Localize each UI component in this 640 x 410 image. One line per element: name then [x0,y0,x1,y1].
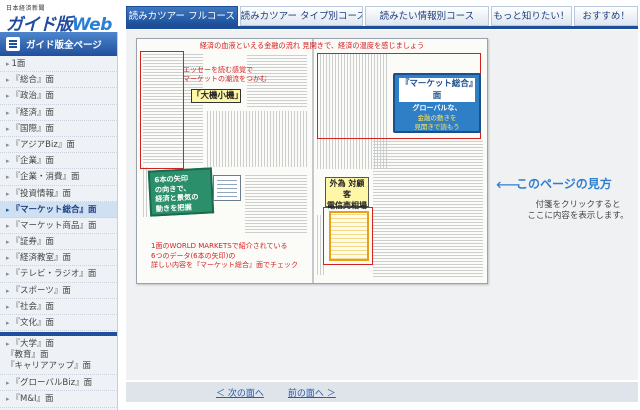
sidebar-item-shoken[interactable]: 『証券』面 [0,234,117,251]
tab-full-course[interactable]: 読みカツアー フルコース [126,6,238,26]
highlight-frame [140,51,184,169]
sidebar: ガイド版全ページ 1面 『総合』面 『政治』面 『経済』面 『国際』面 『アジア… [0,32,118,410]
arrows-sticky-note[interactable]: 6本の矢印 の向きで、 経済と景気の 動きを把握 [147,167,215,217]
newspaper-spread: 経済の血液といえる金融の流れ 見開きで、経済の温度を感じましょう エッセーを読む… [136,38,488,284]
prev-page-link[interactable]: 前の面へ ＞ [288,386,336,399]
prev-page-label: 前の面へ [287,388,324,399]
world-markets-annotation-line: 6つのデータ(6本の矢印)の [151,251,236,260]
sidebar-item-shakai[interactable]: 『社会』面 [0,299,117,315]
world-markets-annotation-line: 詳しい内容を『マーケット総合』面でチェック [151,261,298,269]
world-markets-annotation: 1面のWORLD MARKETSで紹介されている 6つのデータ(6本の矢印)の … [151,242,321,271]
essay-annotation-line: マーケットの潮流をつかむ [183,75,267,83]
sidebar-item-sports[interactable]: 『スポーツ』面 [0,283,117,299]
site-logo[interactable]: 日本経済新聞 ガイド版Web [4,3,120,35]
sidebar-item-keizai-kyoshitsu[interactable]: 『経済教室』面 [0,250,117,267]
sidebar-item-kokusai[interactable]: 『国際』面 [0,121,117,137]
sidebar-item-tv-radio[interactable]: 『テレビ・ラジオ』面 [0,266,117,283]
sidebar-item-page1[interactable]: 1面 [0,56,117,73]
fx-rate-line: 電信売相場 [327,201,367,210]
book-icon [6,37,20,51]
top-tabs: 読みカツアー フルコース 読みカツアー タイプ別コース 読みたい情報別コース も… [126,6,639,26]
market-sticky-title: 『マーケット総合』面 [399,78,475,102]
tab-info-course[interactable]: 読みたい情報別コース [365,6,489,26]
news-block [245,173,307,233]
sidebar-item-global-biz[interactable]: 『グローバルBiz』面 [0,375,117,392]
essay-annotation-line: エッセーを読む感覚で [183,66,253,74]
world-markets-annotation-line: 1面のWORLD MARKETSで紹介されている [151,242,288,250]
sidebar-item-keizai[interactable]: 『経済』面 [0,105,117,121]
tab-learn-more[interactable]: もっと知りたい！ [490,6,573,26]
next-arrow-icon: ＜ [216,388,226,399]
sidebar-heading[interactable]: ガイド版全ページ [0,32,117,56]
world-markets-panel [213,175,241,201]
fx-rate-table [329,211,369,261]
fx-rate-line: 外為 対顧客 [329,179,365,199]
sidebar-heading-label: ガイド版全ページ [26,40,102,51]
column-sticky-note[interactable]: 「大機小機」 [191,89,243,103]
sidebar-list-2: 『大学』面 『教育』面 『キャリアアップ』面 『グローバルBiz』面 『M&I』… [0,337,117,408]
essay-annotation: エッセーを読む感覚で マーケットの潮流をつかむ [183,66,267,84]
news-block [207,111,307,167]
next-page-link[interactable]: ＜ 次の面へ [216,386,264,399]
market-sticky-line: 見開きで読もう [414,122,460,131]
page-help-description: 付箋をクリックすると ここに内容を表示します。 [522,200,634,222]
sidebar-item-market-sogo[interactable]: 『マーケット総合』面 [0,201,117,218]
arrows-note-line: 動きを把握 [155,201,192,213]
page-help-line: ここに内容を表示します。 [527,211,629,221]
market-sticky-line: 金融の動きを [417,113,457,122]
sidebar-item-kigyo-shohi[interactable]: 『企業・消費』面 [0,169,117,186]
sidebar-item-kigyo[interactable]: 『企業』面 [0,153,117,170]
market-sogo-sticky-note[interactable]: 『マーケット総合』面 グローバルな、 金融の動きを 見開きで読もう [393,73,481,133]
fx-rate-sticky-note[interactable]: 外為 対顧客 電信売相場 [325,177,369,210]
prev-arrow-icon: ＞ [326,388,336,399]
sidebar-item-asia-biz[interactable]: 『アジアBiz』面 [0,137,117,154]
sidebar-item-seiji[interactable]: 『政治』面 [0,88,117,105]
sidebar-item-toshi-joho[interactable]: 『投資情報』面 [0,186,117,202]
sidebar-item-m-and-i[interactable]: 『M&I』面 [0,391,117,408]
page-help-line: 付箋をクリックすると [535,200,621,210]
bottom-navigation: ＜ 次の面へ 前の面へ ＞ [126,382,638,402]
sidebar-item-daigaku-kyoiku-career[interactable]: 『大学』面 『教育』面 『キャリアアップ』面 [0,337,117,376]
tab-type-course[interactable]: 読みカツアー タイプ別コース [239,6,364,26]
page-root: 日本経済新聞 ガイド版Web 読みカツアー フルコース 読みカツアー タイプ別コ… [0,0,640,410]
main-area: 経済の血液といえる金融の流れ 見開きで、経済の温度を感じましょう エッセーを読む… [126,30,638,380]
market-sticky-line: グローバルな、 [412,104,462,112]
sidebar-item-market-shohin[interactable]: 『マーケット商品』面 [0,218,117,235]
sidebar-separator [0,332,117,337]
spread-caption: 経済の血液といえる金融の流れ 見開きで、経済の温度を感じましょう [199,41,425,50]
tab-recommend[interactable]: おすすめ！ [574,6,639,26]
sidebar-item-sogo[interactable]: 『総合』面 [0,72,117,89]
page-help-title: このページの見方 [516,177,612,191]
next-page-label: 次の面へ [227,388,264,399]
sidebar-list: 1面 『総合』面 『政治』面 『経済』面 『国際』面 『アジアBiz』面 『企業… [0,56,117,332]
sidebar-item-bunka[interactable]: 『文化』面 [0,315,117,332]
news-block [373,139,483,277]
tab-underline [126,26,638,29]
